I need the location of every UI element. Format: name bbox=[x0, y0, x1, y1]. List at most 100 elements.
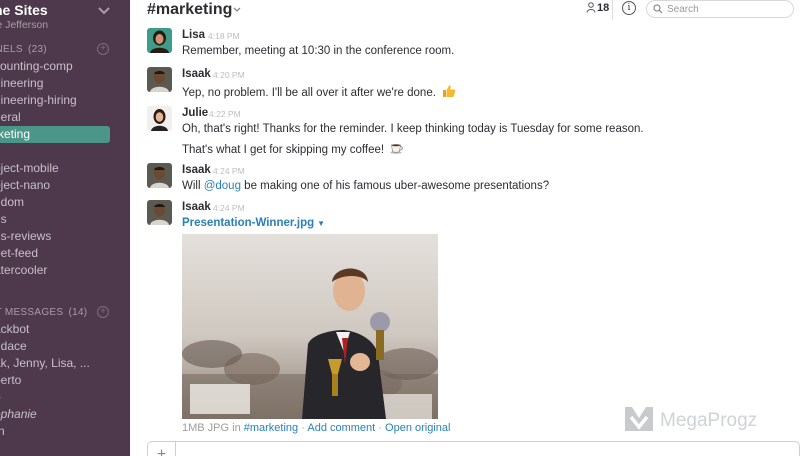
sidebar-channel-item[interactable]: ndom bbox=[0, 194, 130, 211]
sidebar-dm-item-label: ndace bbox=[0, 339, 27, 353]
message-author[interactable]: Lisa bbox=[182, 29, 205, 41]
message-text: That's what I get for skipping my coffee… bbox=[182, 142, 404, 156]
message-text-post: be making one of his famous uber-awesome… bbox=[240, 180, 550, 192]
dm-list: ackbot ndace ak, Jenny, Lisa, ... berto beph… bbox=[0, 321, 130, 440]
sidebar-channel-item-label: eet-feed bbox=[0, 246, 39, 260]
sidebar-channel-item[interactable]: gineering bbox=[0, 75, 130, 92]
sidebar-dm-item[interactable]: berto bbox=[0, 372, 130, 389]
search-icon bbox=[653, 4, 663, 14]
message-list: Lisa 4:18 PM Remember, meeting at 10:30 … bbox=[130, 22, 800, 442]
sidebar-channel-item-label: rketing bbox=[0, 127, 31, 141]
sidebar-channel-item-label: atercooler bbox=[0, 263, 48, 277]
sidebar: ne Sites ie Jefferson NNELS (23) + count… bbox=[0, 0, 130, 456]
sidebar-dm-item-label: ak, Jenny, Lisa, ... bbox=[0, 356, 90, 370]
sidebar-channel-item-label: ndom bbox=[0, 195, 25, 209]
add-channel-icon[interactable]: + bbox=[97, 43, 109, 55]
sidebar-dm-item-label: ackbot bbox=[0, 322, 30, 336]
message-time[interactable]: 4:18 PM bbox=[208, 31, 240, 41]
message-text-content: Yep, no problem. I'll be all over it aft… bbox=[182, 87, 436, 99]
info-icon[interactable]: i bbox=[622, 1, 636, 15]
sidebar-dm-item-label: b bbox=[0, 389, 1, 406]
sidebar-channel-item-label: counting-comp bbox=[0, 59, 73, 73]
sidebar-channel-item-label: neral bbox=[0, 110, 21, 124]
sidebar-channel-item-label: gineering bbox=[0, 76, 44, 90]
sidebar-channel-item[interactable]: oject-mobile bbox=[0, 160, 130, 177]
message-author[interactable]: Isaak bbox=[182, 68, 211, 80]
sidebar-channel-item[interactable]: rketing bbox=[0, 126, 110, 143]
person-icon bbox=[586, 2, 596, 13]
message-author[interactable]: Julie bbox=[182, 107, 208, 119]
isaak-avatar[interactable] bbox=[147, 163, 172, 188]
sidebar-dm-item-label: ephanie bbox=[0, 407, 37, 421]
sidebar-dm-item-label: rn bbox=[0, 424, 5, 438]
sidebar-channel-item[interactable]: counting-comp bbox=[0, 58, 130, 75]
file-size: 1MB JPG in bbox=[182, 422, 241, 434]
sidebar-channel-item[interactable]: es bbox=[0, 211, 130, 228]
channel-title[interactable]: #marketing bbox=[147, 1, 232, 19]
isaak-avatar[interactable] bbox=[147, 200, 172, 225]
sidebar-dm-item[interactable]: ndace bbox=[0, 338, 130, 355]
message-author[interactable]: Isaak bbox=[182, 164, 211, 176]
sidebar-dm-item[interactable]: ephanie bbox=[0, 406, 130, 423]
sidebar-dm-item[interactable]: b bbox=[0, 389, 130, 406]
attachment-image[interactable] bbox=[182, 234, 438, 419]
watermark-logo-icon bbox=[625, 407, 653, 431]
sidebar-dm-item[interactable]: rn bbox=[0, 423, 130, 440]
channel-header: #marketing 18 i bbox=[130, 0, 800, 22]
member-count-button[interactable]: 18 bbox=[586, 2, 609, 14]
julie-avatar[interactable] bbox=[147, 106, 172, 131]
sidebar-channel-item-label: es bbox=[0, 212, 7, 226]
mention-link[interactable]: @doug bbox=[204, 180, 241, 192]
add-dm-icon[interactable]: + bbox=[97, 306, 109, 318]
sidebar-channel-item[interactable]: es-reviews bbox=[0, 228, 130, 245]
file-name-link[interactable]: Presentation-Winner.jpg ▼ bbox=[182, 217, 325, 229]
file-meta: 1MB JPG in #marketing · Add comment · Op… bbox=[182, 422, 450, 434]
sidebar-channel-item-label: gineering-hiring bbox=[0, 93, 77, 107]
channels-label: NNELS bbox=[0, 44, 23, 55]
sidebar-channel-item[interactable]: neral bbox=[0, 109, 130, 126]
caret-down-icon[interactable]: ▼ bbox=[317, 219, 325, 228]
file-name: Presentation-Winner.jpg bbox=[182, 217, 315, 229]
chevron-down-icon[interactable] bbox=[233, 6, 241, 14]
search-input[interactable] bbox=[667, 2, 789, 16]
open-original-link[interactable]: Open original bbox=[385, 422, 450, 434]
channels-header[interactable]: NNELS (23) bbox=[0, 44, 47, 55]
current-user: ie Jefferson bbox=[0, 19, 48, 31]
file-channel-link[interactable]: #marketing bbox=[244, 422, 298, 434]
dot-separator: · bbox=[301, 422, 305, 434]
message-time[interactable]: 4:24 PM bbox=[213, 166, 245, 176]
channels-count: (23) bbox=[27, 44, 47, 55]
sidebar-dm-item[interactable]: ak, Jenny, Lisa, ... bbox=[0, 355, 130, 372]
lisa-avatar[interactable] bbox=[147, 28, 172, 53]
message-time[interactable]: 4:22 PM bbox=[209, 109, 241, 119]
isaak-avatar[interactable] bbox=[147, 67, 172, 92]
sidebar-dm-item[interactable]: ackbot bbox=[0, 321, 130, 338]
message-composer[interactable]: + bbox=[147, 441, 800, 456]
sidebar-channel-item[interactable]: gineering-hiring bbox=[0, 92, 130, 109]
coffee-icon bbox=[390, 144, 404, 154]
message-time[interactable]: 4:24 PM bbox=[213, 203, 245, 213]
sidebar-channel-item[interactable]: eet-feed bbox=[0, 245, 130, 262]
user-name: ie Jefferson bbox=[0, 19, 49, 31]
chevron-down-icon[interactable] bbox=[96, 3, 112, 19]
sidebar-channel-item-label: oject-nano bbox=[0, 178, 51, 192]
sidebar-channel-item[interactable]: atercooler bbox=[0, 262, 130, 279]
message-text-content: That's what I get for skipping my coffee… bbox=[182, 144, 385, 156]
message-text: Oh, that's right! Thanks for the reminde… bbox=[182, 123, 644, 135]
sidebar-channel-item-label: es-reviews bbox=[0, 229, 52, 243]
team-name[interactable]: ne Sites bbox=[0, 2, 48, 18]
direct-messages-header[interactable]: CT MESSAGES (14) bbox=[0, 307, 87, 318]
sidebar-channel-item[interactable]: oject-nano bbox=[0, 177, 130, 194]
thumbs-up-icon bbox=[443, 85, 456, 97]
message-text: Will @doug be making one of his famous u… bbox=[182, 180, 549, 192]
message-time[interactable]: 4:20 PM bbox=[213, 70, 245, 80]
dot-separator: · bbox=[378, 422, 382, 434]
message-author[interactable]: Isaak bbox=[182, 201, 211, 213]
header-divider bbox=[612, 0, 613, 20]
add-comment-link[interactable]: Add comment bbox=[307, 422, 375, 434]
plus-icon[interactable]: + bbox=[148, 442, 176, 456]
sidebar-channel-item[interactable]: c bbox=[0, 143, 130, 160]
watermark-text: MegaProgz bbox=[660, 410, 758, 431]
dm-label: CT MESSAGES bbox=[0, 307, 64, 318]
search-box[interactable] bbox=[646, 0, 794, 18]
